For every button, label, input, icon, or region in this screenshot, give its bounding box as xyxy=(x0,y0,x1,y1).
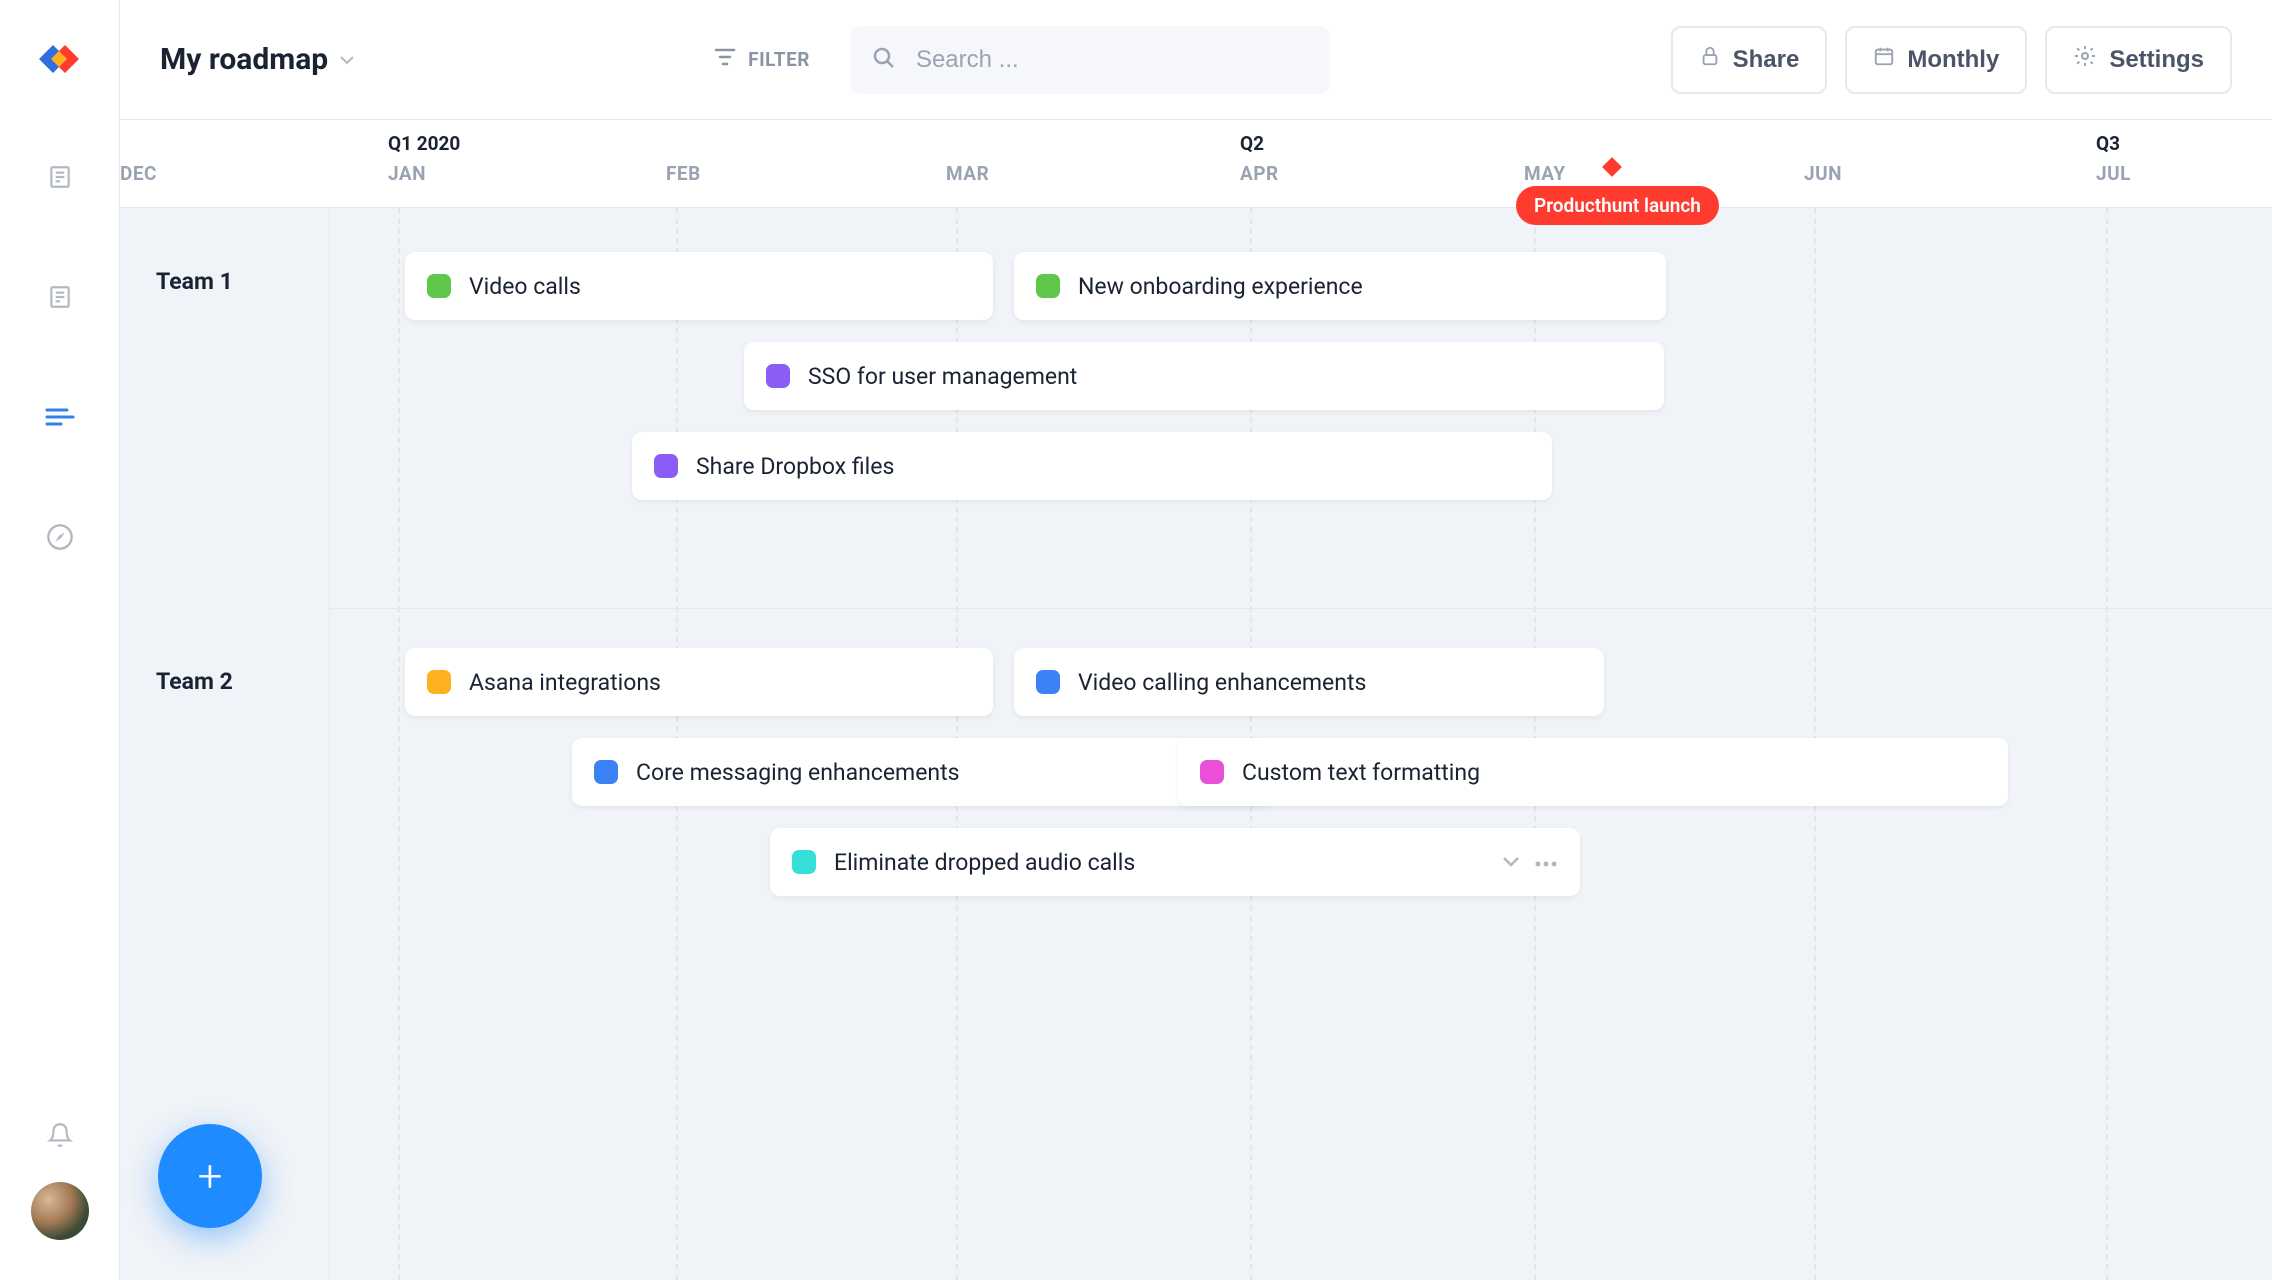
add-fab-button[interactable]: + xyxy=(158,1124,262,1228)
lock-icon xyxy=(1699,45,1721,74)
card-actions xyxy=(1502,853,1558,872)
lane-label[interactable]: Team 2 xyxy=(156,668,233,695)
filter-label: FILTER xyxy=(748,48,810,71)
timeline-header: Q1 2020Q2Q3DECJANFEBMARAPRMAYJUNJULProdu… xyxy=(120,120,2272,208)
nav-doc1-icon[interactable] xyxy=(45,162,75,192)
quarter-label: Q1 2020 xyxy=(388,132,460,155)
card-title: Share Dropbox files xyxy=(696,453,894,480)
card-color-chip xyxy=(594,760,618,784)
month-label: DEC xyxy=(120,162,157,185)
calendar-icon xyxy=(1873,45,1895,74)
card-title: Core messaging enhancements xyxy=(636,759,960,786)
card-title: Custom text formatting xyxy=(1242,759,1480,786)
search-wrap xyxy=(850,26,1330,94)
settings-label: Settings xyxy=(2109,46,2204,74)
month-label: JAN xyxy=(388,162,426,185)
sidebar-bottom xyxy=(31,1120,89,1240)
roadmap-card[interactable]: Custom text formatting xyxy=(1178,738,2008,806)
nav-roadmap-icon[interactable] xyxy=(45,402,75,432)
card-color-chip xyxy=(427,274,451,298)
card-color-chip xyxy=(654,454,678,478)
milestone-marker-icon[interactable] xyxy=(1602,157,1622,177)
lanes-area: Team 1 Team 2 Video calls New onboarding e… xyxy=(120,208,2272,1280)
lane-label[interactable]: Team 1 xyxy=(156,268,233,295)
filter-button[interactable]: FILTER xyxy=(714,47,810,72)
page-title: My roadmap xyxy=(160,42,328,77)
lane-separator xyxy=(120,608,2272,609)
month-label: JUL xyxy=(2096,162,2131,185)
user-avatar[interactable] xyxy=(31,1182,89,1240)
nav-icons xyxy=(45,162,75,552)
card-title: Video calls xyxy=(469,273,581,300)
chevron-down-icon[interactable] xyxy=(1502,853,1520,872)
lane-labels-column: Team 1 Team 2 xyxy=(120,208,330,1280)
card-color-chip xyxy=(792,850,816,874)
card-color-chip xyxy=(1036,670,1060,694)
sidebar xyxy=(0,0,120,1280)
roadmap-card[interactable]: New onboarding experience xyxy=(1014,252,1666,320)
milestone-badge[interactable]: Producthunt launch xyxy=(1516,186,1719,225)
month-label: APR xyxy=(1240,162,1279,185)
month-label: MAR xyxy=(946,162,989,185)
header-right: Share Monthly Settings xyxy=(1671,26,2232,94)
roadmap-card[interactable]: Share Dropbox files xyxy=(632,432,1552,500)
search-icon xyxy=(872,46,896,74)
app-logo[interactable] xyxy=(37,36,83,82)
card-color-chip xyxy=(1036,274,1060,298)
filter-icon xyxy=(714,47,736,72)
card-title: Eliminate dropped audio calls xyxy=(834,849,1135,876)
card-title: Asana integrations xyxy=(469,669,661,696)
view-mode-button[interactable]: Monthly xyxy=(1845,26,2027,94)
header-center: FILTER xyxy=(714,26,1330,94)
month-label: JUN xyxy=(1804,162,1842,185)
card-color-chip xyxy=(1200,760,1224,784)
grid-line xyxy=(2106,208,2108,1280)
card-color-chip xyxy=(766,364,790,388)
chevron-down-icon xyxy=(340,50,354,69)
quarter-label: Q2 xyxy=(1240,132,1264,155)
share-button[interactable]: Share xyxy=(1671,26,1828,94)
search-input[interactable] xyxy=(850,26,1330,94)
share-label: Share xyxy=(1733,46,1800,74)
quarter-label: Q3 xyxy=(2096,132,2120,155)
roadmap-card[interactable]: Video calls xyxy=(405,252,993,320)
notifications-icon[interactable] xyxy=(45,1120,75,1150)
plus-icon: + xyxy=(198,1150,223,1202)
more-menu-icon[interactable] xyxy=(1534,853,1558,872)
roadmap-card[interactable]: Core messaging enhancements xyxy=(572,738,1272,806)
view-mode-label: Monthly xyxy=(1907,46,1999,74)
card-title: New onboarding experience xyxy=(1078,273,1363,300)
month-label: FEB xyxy=(666,162,701,185)
card-color-chip xyxy=(427,670,451,694)
card-title: Video calling enhancements xyxy=(1078,669,1366,696)
settings-button[interactable]: Settings xyxy=(2045,26,2232,94)
nav-doc2-icon[interactable] xyxy=(45,282,75,312)
roadmap-card[interactable]: SSO for user management xyxy=(744,342,1664,410)
nav-compass-icon[interactable] xyxy=(45,522,75,552)
card-title: SSO for user management xyxy=(808,363,1077,390)
month-label: MAY xyxy=(1524,162,1566,185)
roadmap-title-dropdown[interactable]: My roadmap xyxy=(160,42,354,77)
roadmap-card[interactable]: Asana integrations xyxy=(405,648,993,716)
roadmap-card[interactable]: Video calling enhancements xyxy=(1014,648,1604,716)
header: My roadmap FILTER Share xyxy=(120,0,2272,120)
roadmap-card[interactable]: Eliminate dropped audio calls xyxy=(770,828,1580,896)
grid-line xyxy=(398,208,400,1280)
gear-icon xyxy=(2073,44,2097,75)
